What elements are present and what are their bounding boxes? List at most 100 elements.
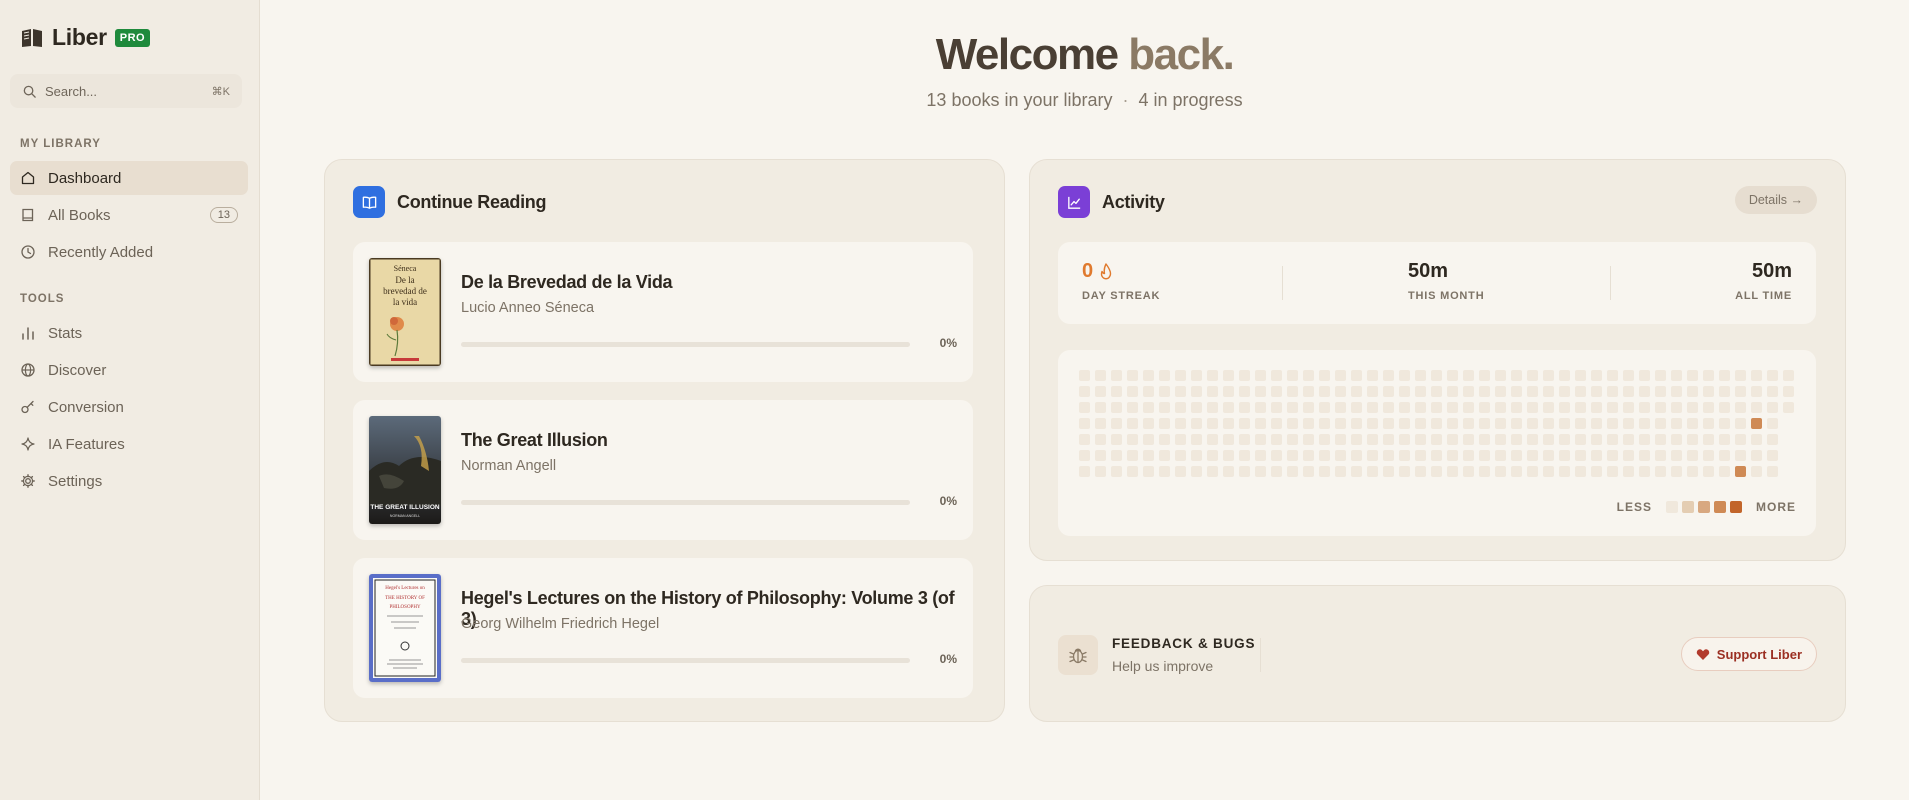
heatmap-cell: [1079, 418, 1090, 429]
heatmap-cell: [1751, 386, 1762, 397]
feedback-title[interactable]: FEEDBACK & BUGS: [1112, 636, 1255, 651]
heatmap-cell: [1671, 402, 1682, 413]
sidebar-item-recently-added[interactable]: Recently Added: [10, 235, 248, 269]
heatmap-cell: [1255, 434, 1266, 445]
sidebar-item-conversion[interactable]: Conversion: [10, 390, 248, 424]
heatmap-cell: [1431, 418, 1442, 429]
heatmap-cell: [1591, 370, 1602, 381]
heatmap-cell: [1431, 386, 1442, 397]
details-button[interactable]: Details →: [1734, 186, 1817, 214]
heatmap-cell: [1511, 386, 1522, 397]
heatmap-cell: [1591, 466, 1602, 477]
heatmap-cell: [1319, 434, 1330, 445]
search-input[interactable]: Search... ⌘K: [10, 74, 242, 108]
heatmap-cell: [1175, 418, 1186, 429]
sidebar-item-label: Stats: [48, 324, 83, 342]
support-liber-button[interactable]: Support Liber: [1680, 637, 1817, 671]
heatmap-cell: [1767, 466, 1778, 477]
home-icon: [21, 171, 35, 185]
cover-title-line: THE HISTORY OF: [385, 596, 425, 601]
heatmap-cell: [1095, 466, 1106, 477]
heatmap-cell: [1095, 402, 1106, 413]
feedback-divider: [1260, 638, 1261, 672]
continue-reading-title: Continue Reading: [397, 191, 547, 212]
heatmap-cell: [1543, 434, 1554, 445]
heatmap-cell: [1271, 418, 1282, 429]
heatmap-cell: [1175, 466, 1186, 477]
feedback-card: FEEDBACK & BUGS Help us improve Support …: [1029, 585, 1846, 722]
cover-title-line: De la: [395, 275, 414, 285]
heatmap-cell: [1463, 450, 1474, 461]
activity-card: Activity Details → 0 DAY STREAK 50m THIS…: [1029, 159, 1846, 561]
heatmap-cell: [1191, 370, 1202, 381]
heatmap-cell: [1143, 434, 1154, 445]
heatmap-cell: [1639, 370, 1650, 381]
book-cover: Hegel's Lectures on THE HISTORY OF PHILO…: [369, 574, 441, 682]
heatmap-cell: [1239, 402, 1250, 413]
feedback-subtitle: Help us improve: [1112, 658, 1214, 674]
heatmap-cell: [1575, 450, 1586, 461]
heatmap-cell: [1495, 386, 1506, 397]
book-item[interactable]: Séneca De la brevedad de la vida De la B…: [353, 242, 973, 382]
heatmap-cell: [1367, 434, 1378, 445]
heatmap-cell: [1111, 434, 1122, 445]
heatmap-cell: [1287, 450, 1298, 461]
heatmap-cell: [1607, 434, 1618, 445]
heatmap-cell: [1239, 418, 1250, 429]
trend-chart-icon: [1058, 186, 1090, 218]
stat-day-streak: 0 DAY STREAK: [1082, 260, 1160, 302]
book-author: Georg Wilhelm Friedrich Hegel: [461, 616, 660, 632]
book-item[interactable]: THE GREAT ILLUSION NORMAN ANGELL The Gre…: [353, 400, 973, 540]
stat-label: THIS MONTH: [1408, 290, 1485, 302]
heatmap-cell: [1735, 370, 1746, 381]
heatmap-cell: [1415, 370, 1426, 381]
heatmap-cell: [1655, 418, 1666, 429]
heatmap-cell: [1255, 450, 1266, 461]
heatmap-cell: [1415, 418, 1426, 429]
book-item[interactable]: Hegel's Lectures on THE HISTORY OF PHILO…: [353, 558, 973, 698]
heatmap-cell: [1751, 466, 1762, 477]
heatmap-cell: [1527, 466, 1538, 477]
heatmap-cell: [1143, 418, 1154, 429]
heatmap-cell: [1767, 370, 1778, 381]
heatmap-cell: [1463, 466, 1474, 477]
sidebar-item-discover[interactable]: Discover: [10, 353, 248, 387]
heatmap-cell: [1191, 386, 1202, 397]
heatmap-cell: [1463, 386, 1474, 397]
heatmap-cell: [1559, 434, 1570, 445]
heatmap-cell: [1511, 402, 1522, 413]
heatmap-cell: [1431, 466, 1442, 477]
heatmap-cell: [1303, 402, 1314, 413]
sidebar-item-ia-features[interactable]: IA Features: [10, 427, 248, 461]
continue-reading-header: Continue Reading: [353, 186, 547, 218]
heatmap-cell: [1719, 418, 1730, 429]
heatmap-cell: [1367, 402, 1378, 413]
heatmap-cell: [1335, 434, 1346, 445]
search-shortcut: ⌘K: [211, 85, 230, 98]
heatmap-cell: [1719, 386, 1730, 397]
sidebar-item-settings[interactable]: Settings: [10, 464, 248, 498]
heatmap-cell: [1575, 434, 1586, 445]
sidebar-item-all-books[interactable]: All Books 13: [10, 198, 248, 232]
brand[interactable]: Liber PRO: [20, 24, 151, 51]
heatmap-cell: [1575, 386, 1586, 397]
key-icon: [21, 400, 34, 414]
sidebar-item-stats[interactable]: Stats: [10, 316, 248, 350]
progress-percent: 0%: [939, 494, 957, 508]
separator-dot: ·: [1122, 90, 1129, 110]
heatmap-cell: [1735, 402, 1746, 413]
heatmap-cell: [1463, 418, 1474, 429]
heatmap-cell: [1447, 402, 1458, 413]
in-progress-count: 4 in progress: [1138, 90, 1243, 110]
progress-bar: [461, 658, 910, 663]
heatmap-cell: [1351, 370, 1362, 381]
heatmap-cell: [1143, 466, 1154, 477]
heatmap-cell: [1751, 402, 1762, 413]
heatmap-cell: [1575, 418, 1586, 429]
sidebar-item-dashboard[interactable]: Dashboard: [10, 161, 248, 195]
stat-all-time: 50m ALL TIME: [1735, 260, 1792, 302]
heatmap-cell: [1191, 450, 1202, 461]
all-books-count-badge: 13: [209, 207, 238, 223]
flame-icon: [1100, 263, 1112, 280]
heatmap-cell: [1431, 402, 1442, 413]
